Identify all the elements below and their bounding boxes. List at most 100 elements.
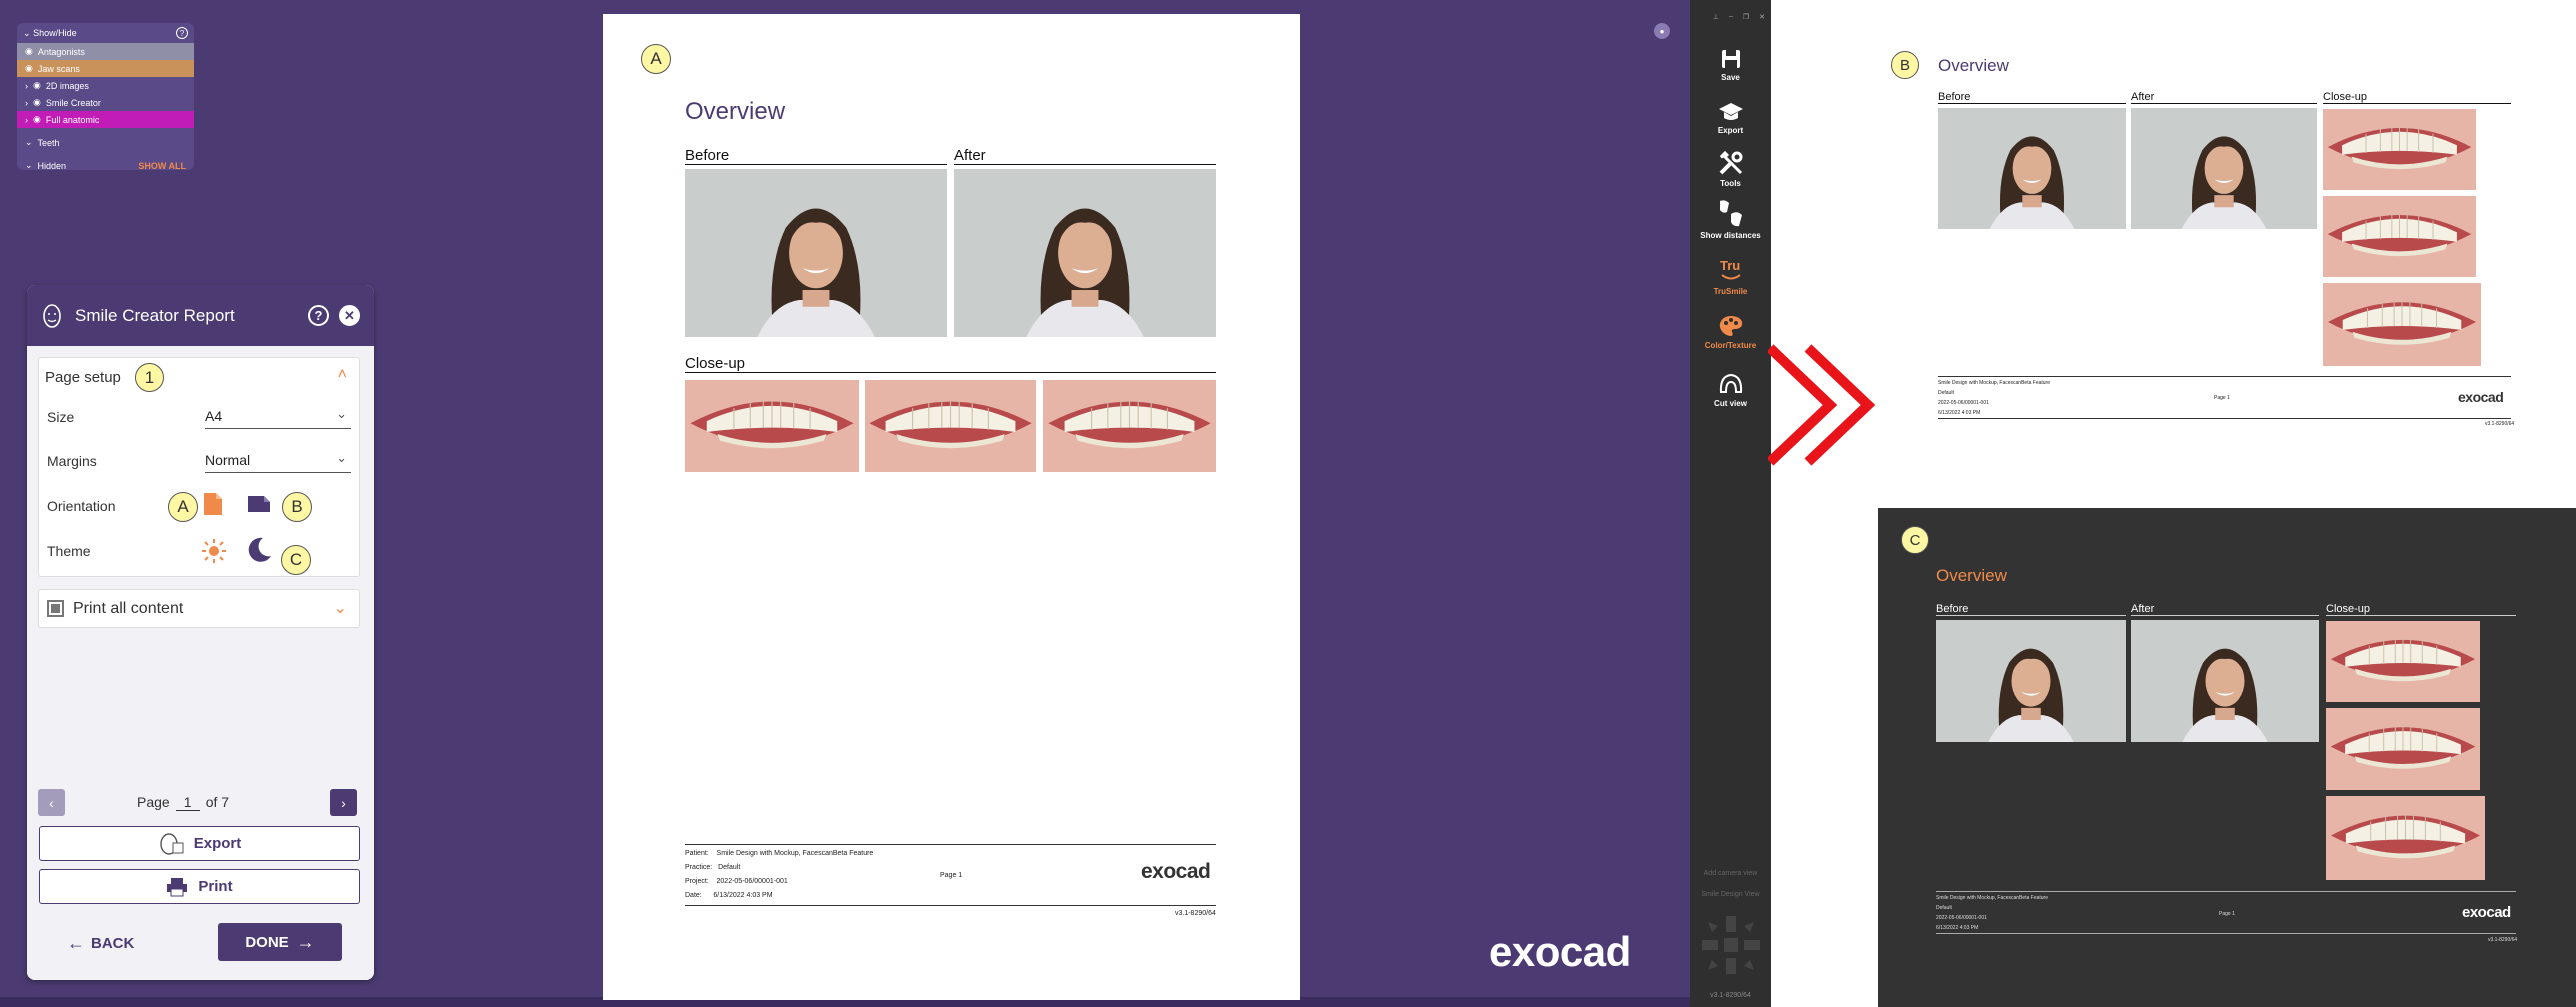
eye-icon[interactable]: ◉ bbox=[25, 63, 33, 74]
page-indicator: Page 1 of 7 bbox=[137, 794, 230, 811]
orientation-label: Orientation bbox=[47, 498, 116, 514]
eye-icon[interactable]: ◉ bbox=[33, 114, 41, 125]
chevron-down-icon[interactable]: ⌄ bbox=[334, 598, 347, 618]
margins-label: Margins bbox=[47, 453, 97, 469]
toolbar-tools-button[interactable]: Tools bbox=[1690, 150, 1771, 188]
size-label: Size bbox=[47, 409, 75, 425]
footer-divider bbox=[685, 844, 1216, 845]
show-hide-header[interactable]: ⌄ Show/Hide ? bbox=[17, 23, 194, 43]
panel-title: Smile Creator Report bbox=[75, 305, 235, 325]
toolbar-trusmile-button[interactable]: Tru TruSmile bbox=[1690, 256, 1771, 296]
size-select[interactable]: A4 ⌄ bbox=[205, 406, 351, 429]
closeup-photo bbox=[685, 380, 859, 472]
trusmile-icon: Tru bbox=[1720, 258, 1741, 280]
close-icon[interactable]: ✕ bbox=[339, 305, 360, 326]
exocad-watermark-logo: exocad bbox=[1489, 928, 1631, 975]
before-heading: Before bbox=[685, 147, 947, 165]
back-button[interactable]: ← BACK bbox=[67, 933, 134, 954]
show-hide-item[interactable]: › ◉ Full anatomic bbox=[17, 111, 194, 128]
footer-practice: Default bbox=[1936, 905, 1952, 911]
smile-creator-report-panel: Smile Creator Report ? ✕ Page setup 1 ˄ … bbox=[27, 285, 374, 980]
callout-badge-a: A bbox=[168, 492, 198, 522]
palette-icon bbox=[1719, 316, 1742, 336]
light-theme-sun-icon[interactable] bbox=[201, 538, 227, 564]
export-button[interactable]: Export bbox=[39, 826, 360, 861]
previous-page-button[interactable]: ‹ bbox=[38, 789, 65, 816]
expand-arrow-icon[interactable]: › bbox=[25, 98, 28, 108]
notification-bell-icon[interactable]: ● bbox=[1654, 23, 1670, 39]
show-hide-item[interactable]: ◉ Jaw scans bbox=[17, 60, 194, 77]
closeup-photo bbox=[2326, 796, 2485, 880]
footer-page: Page 1 bbox=[940, 872, 963, 879]
landscape-light-preview: B Overview Before After Close-up Smile D… bbox=[1885, 40, 2522, 435]
svg-text:Tru: Tru bbox=[1720, 258, 1740, 273]
after-heading: After bbox=[2131, 91, 2317, 104]
print-button[interactable]: Print bbox=[39, 869, 360, 904]
smile-design-view-button[interactable]: Smile Design View bbox=[1690, 891, 1771, 898]
show-hide-item[interactable]: › ◉ 2D images bbox=[17, 77, 194, 94]
before-photo bbox=[1938, 108, 2126, 229]
toolbar-cut-view-button[interactable]: Cut view bbox=[1690, 372, 1771, 408]
show-hide-panel: ⌄ Show/Hide ? ◉ Antagonists ◉ Jaw scans › ◉… bbox=[17, 23, 194, 171]
right-toolbar: ⊥ – ❐ ✕ Save Export Tools Show distances… bbox=[1690, 0, 1771, 1007]
page-setup-heading[interactable]: Page setup bbox=[45, 369, 121, 386]
eye-icon[interactable]: ◉ bbox=[25, 46, 33, 57]
after-photo bbox=[2131, 620, 2319, 742]
footer-version: v3.1-8290/64 bbox=[1175, 910, 1216, 917]
add-camera-view-button[interactable]: Add camera view bbox=[1690, 870, 1771, 877]
page-number-input[interactable]: 1 bbox=[175, 794, 200, 811]
footer-project: Project: 2022-05-06/00001-001 bbox=[685, 878, 788, 885]
toolbar-show-distances-button[interactable]: Show distances bbox=[1690, 198, 1771, 240]
eye-icon[interactable]: ◉ bbox=[33, 80, 41, 91]
show-hide-item[interactable]: › ◉ Smile Creator bbox=[17, 94, 194, 111]
callout-badge-b: B bbox=[1891, 51, 1919, 79]
closeup-heading: Close-up bbox=[2326, 603, 2516, 616]
print-all-section[interactable]: Print all content ⌄ bbox=[38, 589, 360, 628]
next-page-button[interactable]: › bbox=[330, 789, 357, 816]
chevron-down-icon: ⌄ bbox=[336, 406, 347, 421]
landscape-orientation-icon[interactable] bbox=[246, 494, 272, 514]
show-all-button[interactable]: SHOW ALL bbox=[138, 161, 186, 171]
footer-divider bbox=[1938, 418, 2511, 419]
done-button[interactable]: DONE → bbox=[218, 923, 342, 961]
pin-icon[interactable]: ⊥ bbox=[1713, 13, 1719, 21]
eye-icon[interactable]: ◉ bbox=[33, 97, 41, 108]
expand-arrow-icon[interactable]: › bbox=[25, 115, 28, 125]
expand-arrow-icon[interactable]: › bbox=[25, 81, 28, 91]
callout-badge-c: C bbox=[1901, 526, 1929, 554]
collapse-icon: ⌄ bbox=[25, 160, 33, 170]
footer-patient: Smile Design with Mockup, FacescanBeta F… bbox=[1936, 895, 2048, 901]
camera-view-navigator-icon[interactable] bbox=[1700, 914, 1762, 978]
footer-divider bbox=[685, 905, 1216, 906]
margins-select[interactable]: Normal ⌄ bbox=[205, 450, 351, 473]
footer-practice: Default bbox=[1938, 390, 1954, 396]
hidden-group[interactable]: ⌄ Hidden SHOW ALL bbox=[17, 157, 194, 174]
help-icon[interactable]: ? bbox=[308, 305, 329, 326]
toolbar-save-button[interactable]: Save bbox=[1690, 48, 1771, 82]
footer-page: Page 1 bbox=[2219, 911, 2235, 917]
arrow-right-icon: → bbox=[296, 931, 315, 952]
portrait-orientation-icon[interactable] bbox=[202, 491, 224, 517]
toolbar-export-button[interactable]: Export bbox=[1690, 101, 1771, 135]
help-icon[interactable]: ? bbox=[176, 27, 188, 39]
toolbar-color-texture-button[interactable]: Color/Texture bbox=[1690, 314, 1771, 350]
callout-badge-b: B bbox=[282, 492, 312, 522]
print-all-label: Print all content bbox=[73, 600, 184, 617]
show-hide-item[interactable]: ◉ Antagonists bbox=[17, 43, 194, 60]
footer-practice: Practice: Default bbox=[685, 864, 741, 871]
dark-theme-moon-icon[interactable] bbox=[245, 536, 273, 564]
collapse-icon: ⌄ bbox=[25, 137, 33, 147]
close-window-icon[interactable]: ✕ bbox=[1759, 13, 1765, 21]
minimize-icon[interactable]: – bbox=[1729, 13, 1733, 21]
checkbox[interactable] bbox=[47, 600, 64, 617]
arrow-left-icon: ← bbox=[67, 933, 85, 953]
teeth-group[interactable]: ⌄ Teeth bbox=[17, 134, 194, 151]
before-heading: Before bbox=[1938, 91, 2126, 104]
restore-icon[interactable]: ❐ bbox=[1743, 13, 1749, 21]
graduation-cap-icon bbox=[1718, 103, 1743, 120]
closeup-heading: Close-up bbox=[2323, 91, 2511, 104]
after-photo bbox=[2131, 108, 2317, 229]
callout-badge-1: 1 bbox=[135, 363, 164, 392]
collapse-chevron-icon[interactable]: ˄ bbox=[338, 366, 347, 384]
tools-icon bbox=[1719, 150, 1742, 175]
